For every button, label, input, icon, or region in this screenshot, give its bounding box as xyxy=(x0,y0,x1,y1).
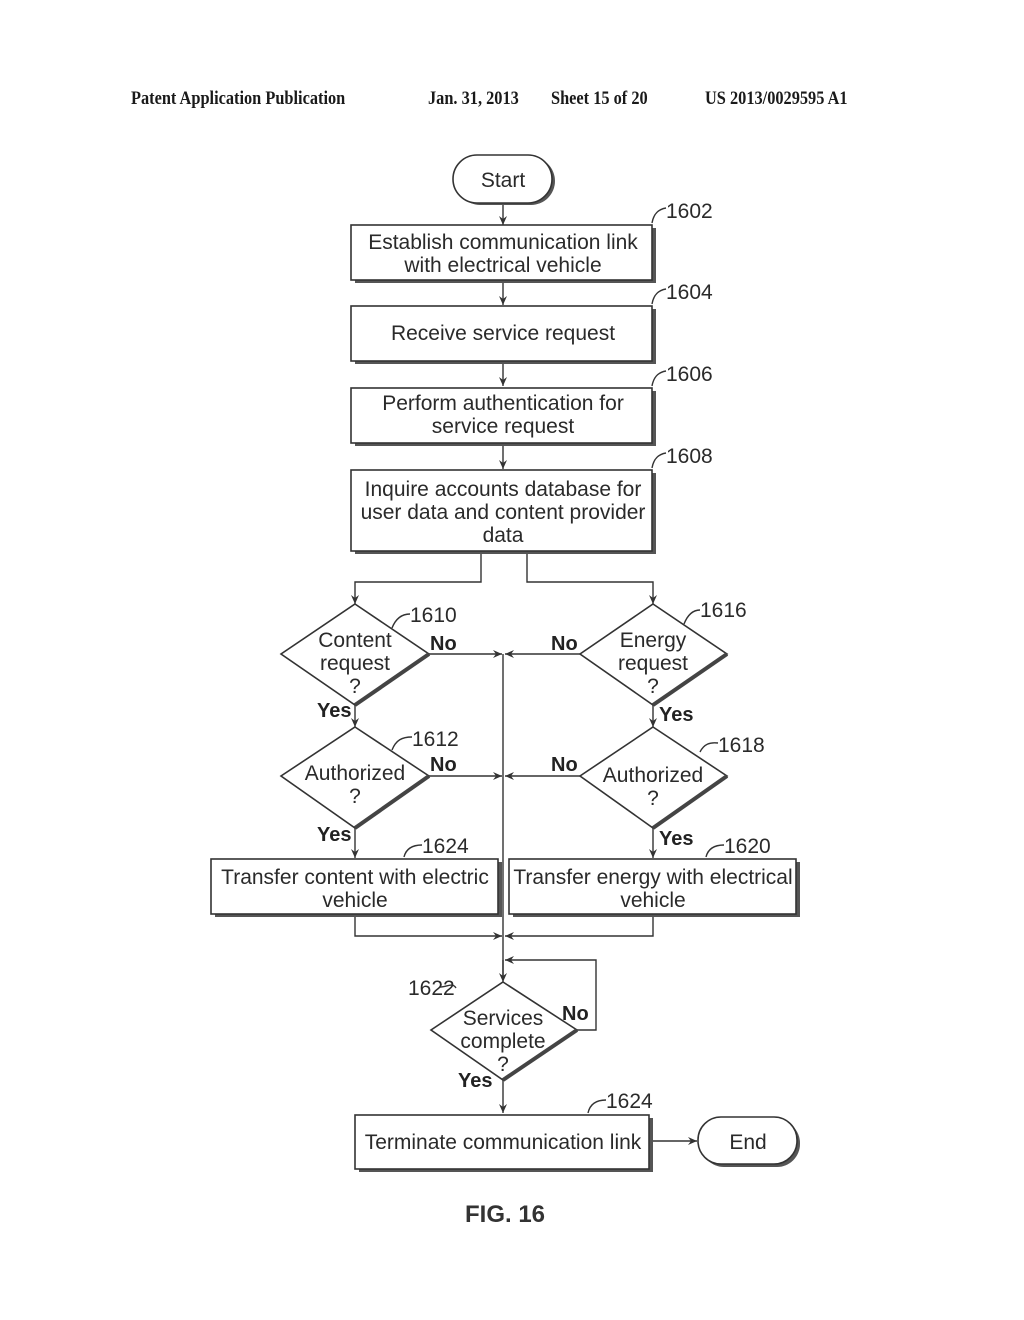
decision-1610-line-3: ? xyxy=(349,675,361,698)
step-1602-line-1: Establish communication link xyxy=(368,231,638,254)
ref-1606: 1606 xyxy=(666,363,713,386)
start-label: Start xyxy=(481,169,526,192)
figure-label: FIG. 16 xyxy=(465,1201,545,1228)
ref-leader-1616 xyxy=(683,609,701,625)
ref-1624a: 1624 xyxy=(422,835,469,858)
ref-1612: 1612 xyxy=(412,728,459,751)
step-1608: Inquire accounts database for user data … xyxy=(350,445,713,554)
step-1608-line-1: Inquire accounts database for xyxy=(365,478,642,501)
step-1604: Receive service request 1604 xyxy=(350,281,713,364)
ref-leader-1602 xyxy=(651,207,667,224)
step-1620-line-1: Transfer energy with electrical xyxy=(513,866,792,889)
step-1624-terminate: Terminate communication link 1624 xyxy=(354,1090,653,1172)
decision-1610-line-1: Content xyxy=(318,629,392,652)
decision-1612-line-1: Authorized xyxy=(305,762,405,785)
label-1616-yes: Yes xyxy=(659,704,693,726)
step-1606: Perform authentication for service reque… xyxy=(350,363,713,446)
decision-1622-line-1: Services xyxy=(463,1007,544,1030)
label-1622-yes: Yes xyxy=(458,1070,492,1092)
step-1620-transfer-energy: Transfer energy with electrical vehicle … xyxy=(508,835,800,917)
flowchart: Start Establish communication link with … xyxy=(210,154,800,1228)
decision-1622: Services complete ? 1622 No Yes xyxy=(408,977,589,1092)
edge-1620-merge xyxy=(505,916,654,940)
ref-1620: 1620 xyxy=(724,835,771,858)
decision-1610: Content request ? 1610 No Yes xyxy=(279,603,457,722)
ref-leader-1606 xyxy=(651,370,667,387)
ref-leader-1624a xyxy=(403,844,423,858)
ref-leader-1620 xyxy=(705,844,725,858)
label-1612-no: No xyxy=(430,754,457,776)
decision-1616-line-2: request xyxy=(618,652,688,675)
decision-1616-line-3: ? xyxy=(647,675,659,698)
step-1624a-line-2: vehicle xyxy=(322,889,387,912)
step-1602: Establish communication link with electr… xyxy=(350,200,713,283)
edge-1608-1616 xyxy=(526,553,657,604)
ref-1608: 1608 xyxy=(666,445,713,468)
decision-1610-line-2: request xyxy=(320,652,390,675)
ref-leader-1624b xyxy=(587,1099,607,1114)
step-1624-transfer-content: Transfer content with electric vehicle 1… xyxy=(210,835,502,917)
step-1606-line-1: Perform authentication for xyxy=(382,392,624,415)
step-1608-line-3: data xyxy=(483,524,524,547)
edge-1608-1610 xyxy=(351,553,482,604)
start-terminal: Start xyxy=(452,154,555,205)
ref-1602: 1602 xyxy=(666,200,713,223)
decision-1616-line-1: Energy xyxy=(620,629,687,652)
ref-1624b: 1624 xyxy=(606,1090,653,1113)
step-1602-line-2: with electrical vehicle xyxy=(403,254,601,277)
label-1616-no: No xyxy=(551,633,578,655)
decision-1612: Authorized ? 1612 No Yes xyxy=(279,726,459,846)
label-1612-yes: Yes xyxy=(317,824,351,846)
ref-leader-1618 xyxy=(699,742,719,753)
ref-1618: 1618 xyxy=(718,734,765,757)
step-1620-line-2: vehicle xyxy=(620,889,685,912)
decision-1612-line-2: ? xyxy=(349,785,361,808)
ref-leader-1612 xyxy=(391,736,413,751)
label-1618-yes: Yes xyxy=(659,828,693,850)
decision-1618-line-2: ? xyxy=(647,787,659,810)
label-1618-no: No xyxy=(551,754,578,776)
step-1624b-line-1: Terminate communication link xyxy=(365,1131,642,1154)
end-terminal: End xyxy=(697,1116,800,1167)
step-1608-line-2: user data and content provider xyxy=(361,501,646,524)
decision-1622-line-2: complete xyxy=(460,1030,545,1053)
ref-1622: 1622 xyxy=(408,977,455,1000)
step-1606-line-2: service request xyxy=(432,415,575,438)
step-1604-line-1: Receive service request xyxy=(391,322,615,345)
decision-1622-line-3: ? xyxy=(497,1053,509,1076)
ref-leader-1610 xyxy=(391,613,411,629)
ref-leader-1604 xyxy=(651,288,667,305)
decision-1616: Energy request ? 1616 No Yes xyxy=(551,599,747,726)
label-1610-no: No xyxy=(430,633,457,655)
end-label: End xyxy=(729,1131,766,1154)
decision-1618: Authorized ? 1618 No Yes xyxy=(551,726,765,850)
edge-1624-merge xyxy=(354,916,502,940)
ref-1616: 1616 xyxy=(700,599,747,622)
step-1624a-line-1: Transfer content with electric xyxy=(221,866,489,889)
ref-1610: 1610 xyxy=(410,604,457,627)
ref-leader-1608 xyxy=(651,452,667,469)
label-1622-no: No xyxy=(562,1003,589,1025)
decision-1618-line-1: Authorized xyxy=(603,764,703,787)
ref-1604: 1604 xyxy=(666,281,713,304)
label-1610-yes: Yes xyxy=(317,700,351,722)
